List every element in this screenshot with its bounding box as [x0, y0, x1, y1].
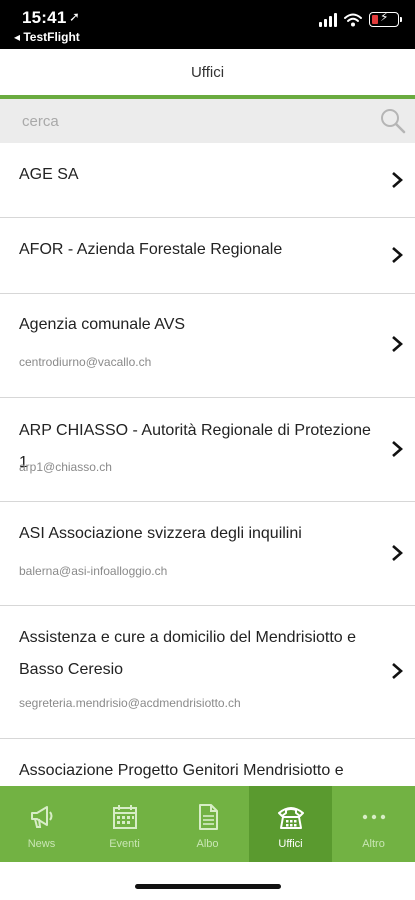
home-indicator-area: [0, 862, 415, 900]
office-name: AFOR - Azienda Forestale Regionale: [19, 241, 283, 258]
status-time: 15:41: [22, 8, 67, 27]
office-name: Assistenza e cure a domicilio del Mendri…: [19, 629, 357, 678]
tab-label: Albo: [196, 838, 219, 850]
list-item[interactable]: Associazione Progetto Genitori Mendrisio…: [0, 739, 415, 786]
search-bar: [0, 99, 415, 143]
battery-icon: ⚡: [369, 10, 402, 27]
office-email: arp1@chiasso.ch: [19, 460, 112, 474]
more-icon: [362, 814, 385, 820]
list-item[interactable]: Agenzia comunale AVS centrodiurno@vacall…: [0, 294, 415, 398]
tab-label: News: [27, 838, 56, 850]
office-email: centrodiurno@vacallo.ch: [19, 355, 152, 369]
list-item[interactable]: ARP CHIASSO - Autorità Regionale di Prot…: [0, 398, 415, 502]
cellular-signal-icon: [319, 12, 337, 27]
tab-uffici[interactable]: Uffici: [249, 786, 332, 862]
home-indicator[interactable]: [135, 884, 281, 889]
office-email: segreteria.mendrisio@acdmendrisiotto.ch: [19, 696, 241, 710]
status-indicators: ⚡: [319, 10, 402, 27]
nav-bar: Uffici: [0, 49, 415, 95]
tab-news[interactable]: News: [0, 786, 83, 862]
calendar-icon: [112, 805, 137, 829]
status-bar: 15:41 ➚ ◂ TestFlight ⚡: [0, 0, 415, 49]
search-icon[interactable]: [379, 107, 407, 135]
tab-altro[interactable]: Altro: [332, 786, 415, 862]
list-item[interactable]: AGE SA: [0, 143, 415, 218]
list-item[interactable]: Assistenza e cure a domicilio del Mendri…: [0, 606, 415, 739]
chevron-right-icon: [392, 545, 403, 561]
document-icon: [198, 804, 218, 830]
tab-bar: News Eventi Albo Uffici Altro: [0, 786, 415, 862]
office-email: balerna@asi-infoalloggio.ch: [19, 564, 168, 578]
wifi-icon: [344, 13, 362, 26]
office-name: Agenzia comunale AVS: [19, 316, 186, 333]
chevron-right-icon: [392, 336, 403, 352]
list-item[interactable]: AFOR - Azienda Forestale Regionale: [0, 218, 415, 294]
list-item[interactable]: ASI Associazione svizzera degli inquilin…: [0, 502, 415, 606]
megaphone-icon: [30, 806, 52, 828]
chevron-right-icon: [392, 663, 403, 679]
tab-eventi[interactable]: Eventi: [83, 786, 166, 862]
search-input[interactable]: [10, 103, 405, 139]
page-title: Uffici: [190, 63, 225, 81]
location-arrow-icon: ➚: [69, 9, 80, 24]
back-to-testflight[interactable]: ◂ TestFlight: [14, 30, 80, 44]
tab-label: Eventi: [109, 838, 140, 850]
office-name: ASI Associazione svizzera degli inquilin…: [19, 525, 302, 542]
offices-list: AGE SA AFOR - Azienda Forestale Regional…: [0, 143, 415, 786]
chevron-right-icon: [392, 247, 403, 263]
telephone-icon: [277, 807, 304, 829]
chevron-right-icon: [392, 172, 403, 188]
chevron-right-icon: [392, 441, 403, 457]
tab-label: Uffici: [278, 838, 303, 850]
tab-albo[interactable]: Albo: [166, 786, 249, 862]
office-name: AGE SA: [19, 166, 79, 183]
tab-label: Altro: [362, 838, 385, 850]
office-name: Associazione Progetto Genitori Mendrisio…: [19, 762, 344, 779]
